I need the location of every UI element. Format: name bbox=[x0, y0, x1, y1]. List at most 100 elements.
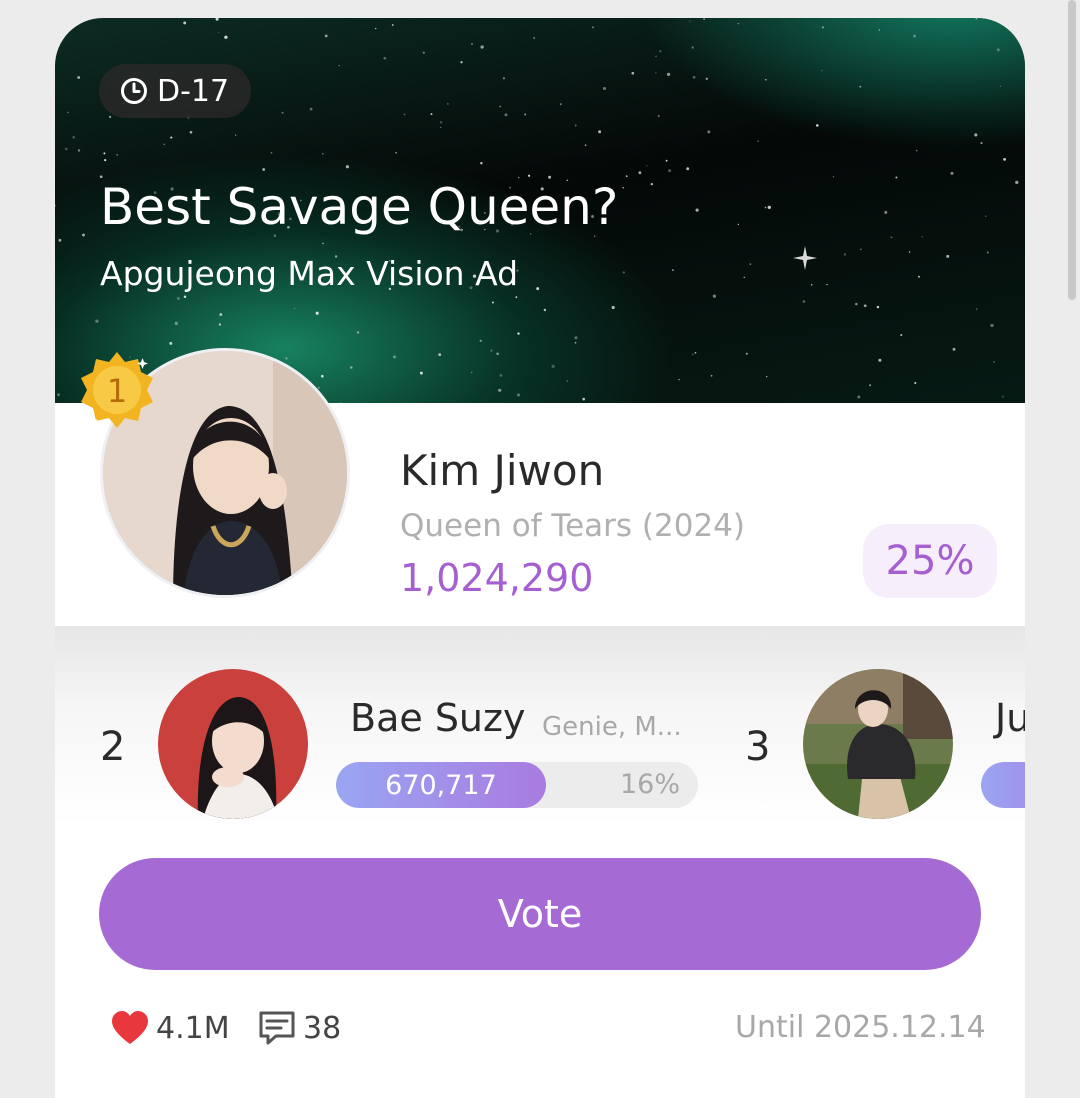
star-dot bbox=[650, 182, 653, 186]
star-dot bbox=[900, 333, 903, 337]
star-dot bbox=[345, 165, 349, 169]
star-dot bbox=[859, 85, 862, 88]
star-dot bbox=[890, 236, 893, 239]
star-dot bbox=[502, 77, 506, 80]
sparkle-star bbox=[793, 246, 817, 270]
star-dot bbox=[219, 313, 223, 316]
dday-label: D-17 bbox=[157, 73, 230, 109]
star-dot bbox=[490, 349, 493, 352]
star-dot bbox=[422, 51, 425, 54]
star-dot bbox=[524, 113, 527, 116]
star-dot bbox=[566, 380, 568, 382]
star-dot bbox=[986, 251, 989, 254]
star-dot bbox=[77, 149, 81, 152]
star-dot bbox=[878, 29, 880, 31]
star-dot bbox=[183, 295, 187, 298]
likes-count: 4.1M bbox=[156, 1010, 230, 1046]
star-dot bbox=[315, 311, 319, 315]
star-dot bbox=[536, 287, 540, 291]
star-dot bbox=[602, 86, 607, 91]
runner-vote-bar-3 bbox=[981, 762, 1025, 808]
star-dot bbox=[646, 165, 648, 167]
runner-percent-2: 16% bbox=[619, 769, 680, 800]
star-dot bbox=[999, 85, 1002, 88]
star-dot bbox=[857, 395, 861, 399]
star-dot bbox=[395, 152, 397, 154]
star-dot bbox=[707, 130, 711, 134]
star-dot bbox=[692, 75, 696, 79]
star-dot bbox=[672, 269, 674, 271]
star-dot bbox=[438, 353, 442, 356]
star-dot bbox=[491, 301, 494, 304]
star-dot bbox=[810, 283, 813, 286]
vote-button[interactable]: Vote bbox=[99, 858, 981, 970]
runner-votes-2: 670,717 bbox=[385, 769, 497, 801]
first-place-work: Queen of Tears (2024) bbox=[400, 508, 745, 544]
star-dot bbox=[103, 152, 106, 155]
star-dot bbox=[691, 353, 694, 356]
star-dot bbox=[743, 276, 745, 279]
first-place-name: Kim Jiwon bbox=[400, 446, 605, 495]
star-dot bbox=[876, 305, 880, 309]
star-dot bbox=[57, 393, 60, 396]
runners-up-carousel[interactable]: 2 Bae Suzy Genie, M... 670,717 16% 3 Ju bbox=[55, 626, 1025, 826]
star-dot bbox=[183, 21, 187, 25]
star-dot bbox=[582, 397, 585, 401]
runner-vote-fill-3 bbox=[981, 762, 1025, 808]
star-dot bbox=[710, 375, 713, 377]
star-dot bbox=[745, 352, 748, 355]
star-dot bbox=[996, 48, 1000, 52]
star-dot bbox=[498, 388, 502, 392]
dday-badge: D-17 bbox=[99, 64, 252, 118]
star-dot bbox=[543, 308, 547, 312]
star-dot bbox=[638, 171, 642, 175]
star-dot bbox=[821, 26, 825, 29]
star-dot bbox=[224, 35, 228, 39]
star-dot bbox=[189, 130, 193, 134]
star-dot bbox=[737, 223, 740, 226]
star-dot bbox=[757, 140, 759, 142]
star-dot bbox=[695, 208, 699, 212]
runner-portrait-3 bbox=[803, 669, 953, 819]
runner-avatar-3[interactable] bbox=[803, 669, 953, 819]
star-dot bbox=[878, 358, 882, 362]
star-dot bbox=[591, 26, 594, 29]
star-dot bbox=[985, 215, 987, 217]
poll-banner: D-17 Best Savage Queen? Apgujeong Max Vi… bbox=[55, 18, 1025, 403]
star-dot bbox=[480, 162, 483, 165]
likes-stat[interactable]: 4.1M bbox=[110, 1008, 230, 1048]
star-dot bbox=[1015, 180, 1019, 185]
star-dot bbox=[339, 401, 342, 403]
star-dot bbox=[480, 45, 484, 49]
star-dot bbox=[668, 169, 672, 173]
runner-name-2: Bae Suzy bbox=[350, 696, 526, 740]
star-dot bbox=[574, 124, 577, 127]
star-dot bbox=[975, 18, 978, 20]
star-dot bbox=[712, 294, 717, 298]
star-dot bbox=[974, 133, 978, 137]
star-dot bbox=[174, 321, 178, 325]
poll-card[interactable]: D-17 Best Savage Queen? Apgujeong Max Vi… bbox=[55, 18, 1025, 1098]
star-dot bbox=[737, 22, 740, 25]
star-dot bbox=[479, 339, 482, 342]
poll-title: Best Savage Queen? bbox=[100, 178, 619, 236]
runner-avatar-2[interactable] bbox=[158, 669, 308, 819]
star-dot bbox=[705, 77, 709, 81]
star-dot bbox=[517, 332, 520, 335]
clock-icon bbox=[121, 78, 147, 104]
star-dot bbox=[77, 76, 81, 79]
runner-vote-fill-2: 670,717 bbox=[336, 762, 546, 808]
star-dot bbox=[869, 384, 872, 387]
star-dot bbox=[82, 233, 85, 237]
star-dot bbox=[913, 34, 916, 38]
star-dot bbox=[551, 364, 555, 369]
star-dot bbox=[918, 275, 920, 278]
star-dot bbox=[499, 105, 502, 108]
heart-icon bbox=[112, 1011, 148, 1044]
page-scrollbar[interactable] bbox=[1068, 0, 1076, 300]
poll-subtitle: Apgujeong Max Vision Ad bbox=[100, 254, 519, 293]
star-dot bbox=[67, 111, 69, 114]
comments-stat[interactable]: 38 bbox=[257, 1008, 341, 1048]
star-dot bbox=[691, 46, 694, 49]
star-dot bbox=[439, 121, 443, 124]
